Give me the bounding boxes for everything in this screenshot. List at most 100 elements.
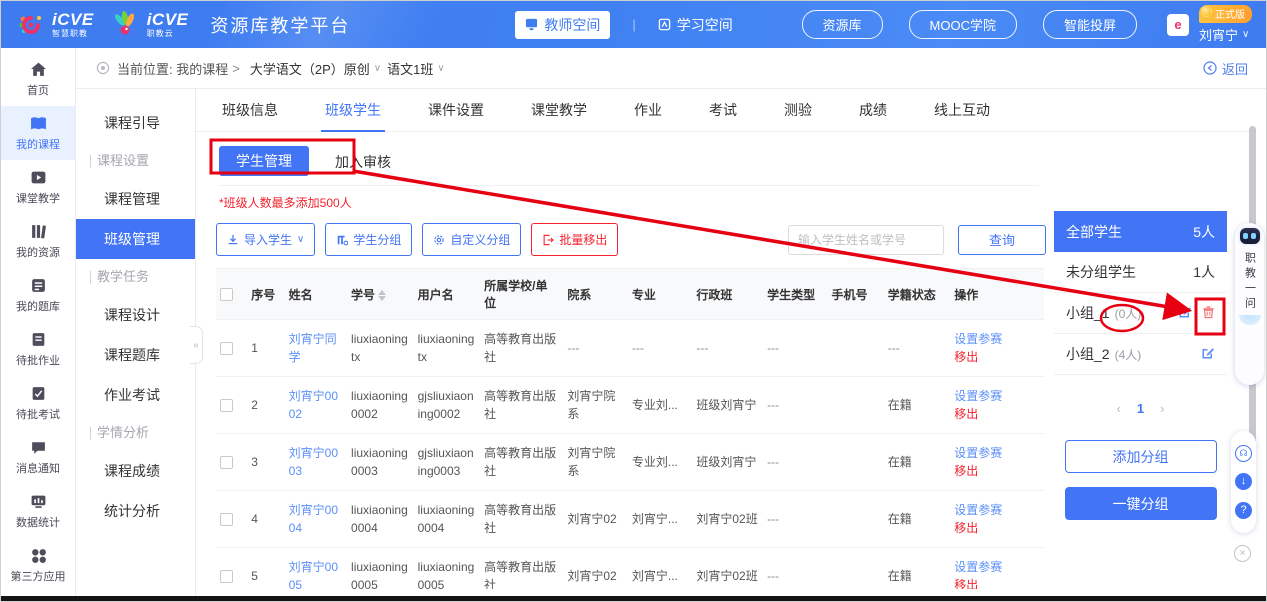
remove-link[interactable]: 移出 <box>954 405 1040 423</box>
tab-courseware-settings[interactable]: 课件设置 <box>428 89 484 132</box>
sidebar-item-my-resources[interactable]: 我的资源 <box>1 214 75 268</box>
delete-group-icon[interactable] <box>1202 305 1215 322</box>
close-float-icon[interactable]: × <box>1234 545 1251 562</box>
tab-homework[interactable]: 作业 <box>634 89 662 132</box>
resource-library-button[interactable]: 资源库 <box>801 10 883 39</box>
select-all-checkbox[interactable] <box>220 287 233 301</box>
sidebar-item-notifications[interactable]: 消息通知 <box>1 430 75 484</box>
next-page-icon[interactable]: › <box>1160 401 1164 416</box>
col-student-id[interactable]: 学号 <box>347 268 414 320</box>
cell-admin-class: 班级刘宵宁 <box>692 433 764 491</box>
remove-link[interactable]: 移出 <box>954 576 1040 589</box>
menu-item-statistical-analysis[interactable]: 统计分析 <box>76 491 195 531</box>
group-all-students[interactable]: 全部学生 5人 <box>1054 211 1227 252</box>
teacher-space-button[interactable]: 教师空间 <box>515 10 611 39</box>
tab-exam[interactable]: 考试 <box>709 89 737 132</box>
logo-icve-zhihuizhijiao[interactable]: iCVE 智慧职教 <box>17 11 94 39</box>
tab-class-students[interactable]: 班级学生 <box>321 89 385 132</box>
student-name-link[interactable]: 刘宵宁0004 <box>284 490 348 548</box>
subtab-join-review[interactable]: 加入审核 <box>335 152 391 176</box>
student-grouping-button[interactable]: 学生分组 <box>325 223 413 256</box>
group-item-1[interactable]: 小组_1 (0人) <box>1054 293 1227 334</box>
sidebar-item-home[interactable]: 首页 <box>1 52 75 106</box>
help-icon[interactable]: ? <box>1235 502 1252 520</box>
cell-department: 刘宵宁02 <box>563 547 628 589</box>
sidebar-item-my-question-bank[interactable]: 我的题库 <box>1 268 75 322</box>
sidebar-item-pending-exams[interactable]: 待批考试 <box>1 376 75 430</box>
student-name-link[interactable]: 刘宵宁0003 <box>284 433 348 491</box>
breadcrumb-my-courses[interactable]: 我的课程 <box>176 59 228 78</box>
set-contest-link[interactable]: 设置参赛 <box>954 444 1040 462</box>
group-item-2[interactable]: 小组_2 (4人) <box>1054 334 1227 375</box>
tab-classroom-teaching[interactable]: 课堂教学 <box>531 89 587 132</box>
set-contest-link[interactable]: 设置参赛 <box>954 558 1040 576</box>
menu-item-course-design[interactable]: 课程设计 <box>76 295 195 335</box>
student-name-link[interactable]: 刘宵宁0005 <box>284 547 348 589</box>
location-icon <box>96 61 110 75</box>
set-contest-link[interactable]: 设置参赛 <box>954 330 1040 348</box>
mooc-college-button[interactable]: MOOC学院 <box>908 10 1017 39</box>
sidebar-item-my-courses[interactable]: 我的课程 <box>1 106 75 160</box>
customer-service-icon[interactable]: ☊ <box>1235 444 1252 462</box>
course-dropdown[interactable]: 大学语文（2P）原创 ∨ <box>250 59 381 78</box>
menu-item-course-guide[interactable]: 课程引导 <box>76 103 195 143</box>
user-menu[interactable]: 刘宵宁 ∨ <box>1199 25 1249 44</box>
tab-class-info[interactable]: 班级信息 <box>222 89 278 132</box>
query-button[interactable]: 查询 <box>958 224 1046 255</box>
import-students-button[interactable]: 导入学生 ∨ <box>216 223 316 256</box>
menu-item-class-management[interactable]: 班级管理 <box>76 219 195 259</box>
back-button[interactable]: 返回 <box>1203 59 1248 78</box>
class-limit-notice: *班级人数最多添加500人 <box>219 196 352 210</box>
custom-grouping-button[interactable]: 自定义分组 <box>422 223 522 256</box>
download-circle-icon[interactable]: ↓ <box>1235 473 1252 491</box>
prev-page-icon[interactable]: ‹ <box>1117 401 1121 416</box>
row-checkbox[interactable] <box>220 455 233 469</box>
subtab-student-management[interactable]: 学生管理 <box>219 146 309 176</box>
row-checkbox[interactable] <box>220 569 233 583</box>
student-name-link[interactable]: 刘宵宁同学 <box>284 319 348 377</box>
sidebar-item-third-party-apps[interactable]: 第三方应用 <box>1 538 75 592</box>
group-ungrouped-students[interactable]: 未分组学生 1人 <box>1054 252 1227 293</box>
menu-collapse-handle[interactable]: « <box>190 326 203 364</box>
assistant-widget[interactable]: 职教一问 <box>1235 223 1264 385</box>
logo-icve-zhijiaoyun[interactable]: iCVE 职教云 <box>110 10 189 40</box>
edit-group-icon[interactable] <box>1201 346 1215 363</box>
edit-group-icon[interactable] <box>1178 305 1192 322</box>
cell-status: 在籍 <box>883 547 951 589</box>
class-dropdown[interactable]: 语文1班 ∨ <box>387 59 445 78</box>
sort-icon[interactable] <box>378 289 387 301</box>
row-checkbox[interactable] <box>220 341 233 355</box>
tab-quiz[interactable]: 测验 <box>784 89 812 132</box>
row-checkbox[interactable] <box>220 398 233 412</box>
cell-school: 高等教育出版社 <box>480 547 564 589</box>
set-contest-link[interactable]: 设置参赛 <box>954 501 1040 519</box>
sidebar-item-pending-homework[interactable]: 待批作业 <box>1 322 75 376</box>
sidebar-item-classroom-teaching[interactable]: 课堂教学 <box>1 160 75 214</box>
one-click-group-button[interactable]: 一键分组 <box>1064 487 1217 520</box>
cell-seq: 1 <box>247 319 285 377</box>
remove-link[interactable]: 移出 <box>954 462 1040 480</box>
student-search-input[interactable] <box>788 224 944 255</box>
tab-grades[interactable]: 成绩 <box>859 89 887 132</box>
table-row: 3 刘宵宁0003 liuxiaoning0003 gjsliuxiaoning… <box>216 433 1044 491</box>
smart-cast-button[interactable]: 智能投屏 <box>1042 10 1137 39</box>
remove-link[interactable]: 移出 <box>954 519 1040 537</box>
tab-online-interaction[interactable]: 线上互动 <box>934 89 990 132</box>
library-icon <box>31 225 46 239</box>
current-page[interactable]: 1 <box>1137 401 1144 416</box>
add-group-button[interactable]: 添加分组 <box>1064 440 1217 473</box>
sidebar-item-statistics[interactable]: 数据统计 <box>1 484 75 538</box>
quick-links: 资源库 MOOC学院 智能投屏 <box>801 10 1137 39</box>
student-name-link[interactable]: 刘宵宁0002 <box>284 376 348 434</box>
set-contest-link[interactable]: 设置参赛 <box>954 387 1040 405</box>
batch-remove-button[interactable]: 批量移出 <box>531 223 619 256</box>
menu-item-homework-exams[interactable]: 作业考试 <box>76 375 195 415</box>
remove-link[interactable]: 移出 <box>954 348 1040 366</box>
menu-item-course-grades[interactable]: 课程成绩 <box>76 451 195 491</box>
menu-item-course-management[interactable]: 课程管理 <box>76 179 195 219</box>
cell-seq: 2 <box>247 376 285 434</box>
learning-space-link[interactable]: 学习空间 <box>658 15 733 35</box>
menu-item-course-question-bank[interactable]: 课程题库 <box>76 335 195 375</box>
row-checkbox[interactable] <box>220 512 233 526</box>
app-shortcut-icon[interactable]: e <box>1167 13 1189 36</box>
